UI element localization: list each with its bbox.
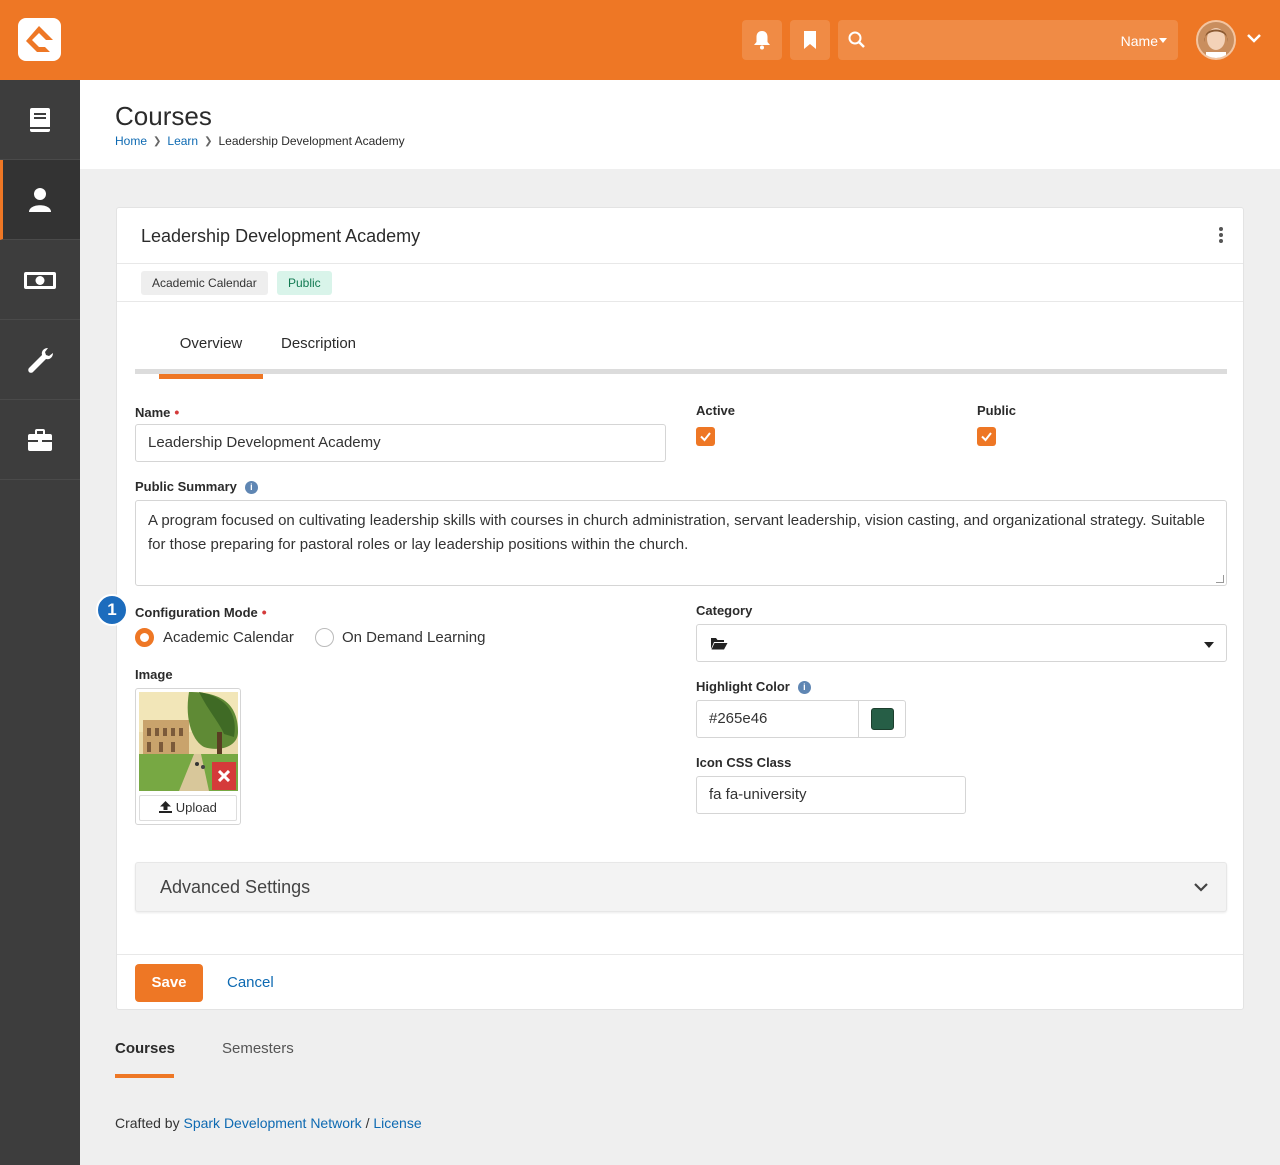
caret-down-icon bbox=[1204, 642, 1214, 648]
upload-button[interactable]: Upload bbox=[139, 795, 237, 821]
money-icon bbox=[24, 272, 56, 289]
page-title: Courses bbox=[115, 101, 212, 131]
card-title: Leadership Development Academy bbox=[141, 226, 421, 246]
radio-label-academic-calendar[interactable]: Academic Calendar bbox=[163, 629, 294, 646]
footer-separator: / bbox=[365, 1115, 370, 1131]
search-bar[interactable]: Name bbox=[838, 20, 1178, 60]
badge-public: Public bbox=[277, 271, 332, 295]
page-tab-semesters[interactable]: Semesters bbox=[222, 1040, 294, 1057]
bookmarks-button[interactable] bbox=[790, 20, 830, 60]
chevron-right-icon: ❯ bbox=[204, 135, 213, 147]
divider bbox=[117, 301, 1243, 302]
bookmark-icon bbox=[804, 31, 816, 49]
public-summary-label: Public Summary i bbox=[135, 479, 258, 494]
radio-academic-calendar[interactable] bbox=[135, 628, 154, 647]
breadcrumb-current: Leadership Development Academy bbox=[218, 134, 405, 148]
kebab-menu-icon[interactable] bbox=[1217, 227, 1225, 245]
public-summary-textarea[interactable]: A program focused on cultivating leaders… bbox=[135, 500, 1227, 586]
highlight-color-label: Highlight Color i bbox=[696, 679, 811, 694]
sidebar-item-people[interactable] bbox=[0, 160, 80, 240]
name-label: Name • bbox=[135, 404, 180, 420]
sidebar-item-tools[interactable] bbox=[0, 320, 80, 400]
top-bar: Name bbox=[0, 0, 1280, 80]
breadcrumb-home[interactable]: Home bbox=[115, 134, 147, 148]
advanced-settings-title: Advanced Settings bbox=[160, 877, 311, 897]
divider bbox=[117, 954, 1243, 955]
detail-tabs: Overview Description bbox=[135, 334, 1227, 379]
cancel-button[interactable]: Cancel bbox=[227, 964, 274, 1002]
category-label: Category bbox=[696, 603, 753, 618]
active-checkbox[interactable] bbox=[696, 427, 715, 446]
highlight-color-picker[interactable]: #265e46 bbox=[696, 700, 906, 738]
icon-css-input[interactable]: fa fa-university bbox=[696, 776, 966, 814]
tab-overview[interactable]: Overview bbox=[159, 334, 263, 374]
footer-license-link[interactable]: License bbox=[373, 1115, 421, 1131]
breadcrumb-learn[interactable]: Learn bbox=[167, 134, 198, 148]
radio-on-demand[interactable] bbox=[315, 628, 334, 647]
footer-prefix: Crafted by bbox=[115, 1115, 180, 1131]
avatar[interactable] bbox=[1196, 20, 1236, 60]
active-tab-indicator bbox=[159, 374, 263, 379]
image-uploader: Upload bbox=[135, 688, 241, 825]
sidebar-item-finance[interactable] bbox=[0, 240, 80, 320]
sidebar-item-admin[interactable] bbox=[0, 400, 80, 480]
chevron-down-icon[interactable] bbox=[1247, 33, 1261, 43]
save-button[interactable]: Save bbox=[135, 964, 203, 1002]
folder-open-icon bbox=[711, 638, 728, 650]
active-label: Active bbox=[696, 403, 736, 418]
notifications-button[interactable] bbox=[742, 20, 782, 60]
public-label: Public bbox=[977, 403, 1017, 418]
active-tab-indicator bbox=[115, 1074, 174, 1078]
remove-image-button[interactable] bbox=[212, 762, 236, 790]
search-scope-dropdown[interactable]: Name bbox=[1121, 33, 1158, 49]
page-header: Courses Home ❯ Learn ❯ Leadership Develo… bbox=[80, 80, 1280, 169]
tab-description[interactable]: Description bbox=[281, 334, 356, 374]
name-input[interactable]: Leadership Development Academy bbox=[135, 424, 666, 462]
sidebar-item-content[interactable] bbox=[0, 80, 80, 160]
search-icon bbox=[848, 31, 865, 48]
resize-handle-icon[interactable] bbox=[1216, 575, 1224, 583]
check-icon bbox=[700, 432, 711, 442]
course-detail-card: Leadership Development Academy Academic … bbox=[96, 207, 1244, 1010]
footer: Crafted by Spark Development Network / L… bbox=[115, 1115, 422, 1131]
icon-css-label: Icon CSS Class bbox=[696, 755, 792, 770]
highlight-color-input[interactable]: #265e46 bbox=[709, 701, 767, 737]
sidebar bbox=[0, 80, 80, 1165]
advanced-settings-panel[interactable]: Advanced Settings bbox=[135, 862, 1227, 912]
info-icon[interactable]: i bbox=[244, 481, 258, 494]
bell-icon bbox=[754, 31, 770, 50]
config-mode-label: Configuration Mode • bbox=[135, 604, 267, 620]
page-tab-courses[interactable]: Courses bbox=[115, 1040, 175, 1057]
color-swatch bbox=[871, 708, 894, 730]
person-icon bbox=[29, 188, 51, 212]
chevron-right-icon: ❯ bbox=[153, 135, 162, 147]
divider bbox=[117, 263, 1243, 264]
chevron-down-icon bbox=[1194, 883, 1208, 892]
public-checkbox[interactable] bbox=[977, 427, 996, 446]
category-picker[interactable] bbox=[696, 624, 1227, 662]
check-icon bbox=[981, 432, 992, 442]
close-icon bbox=[218, 770, 230, 782]
step-marker: 1 bbox=[96, 594, 128, 626]
breadcrumb: Home ❯ Learn ❯ Leadership Development Ac… bbox=[115, 134, 405, 148]
image-label: Image bbox=[135, 667, 173, 682]
footer-org-link[interactable]: Spark Development Network bbox=[183, 1115, 361, 1131]
badge-config-mode: Academic Calendar bbox=[141, 271, 268, 295]
briefcase-icon bbox=[28, 429, 52, 451]
book-icon bbox=[30, 108, 50, 132]
radio-label-on-demand[interactable]: On Demand Learning bbox=[342, 629, 485, 646]
upload-icon bbox=[159, 801, 173, 813]
color-swatch-button[interactable] bbox=[858, 701, 906, 737]
info-icon[interactable]: i bbox=[797, 681, 811, 694]
rock-logo-icon[interactable] bbox=[18, 18, 61, 61]
wrench-icon bbox=[28, 348, 53, 373]
caret-down-icon bbox=[1159, 38, 1167, 43]
